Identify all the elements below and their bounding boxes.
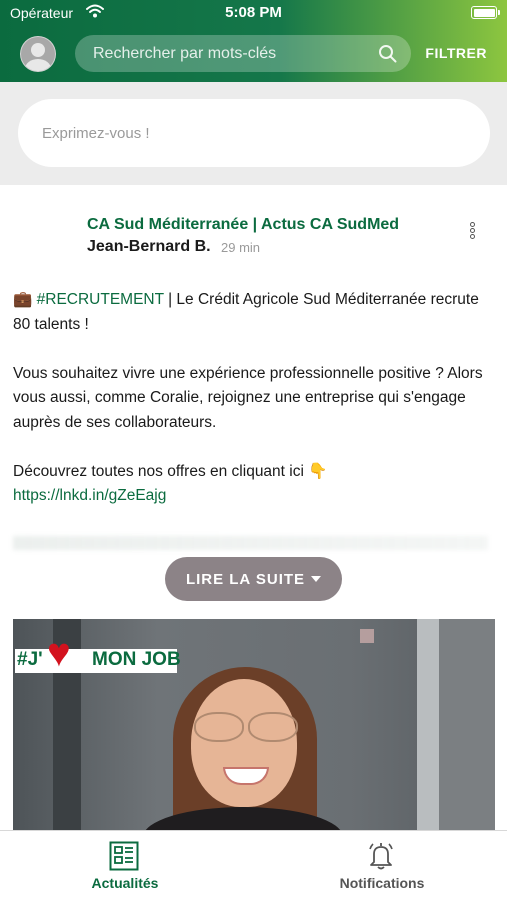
search-placeholder: Rechercher par mots-clés [93,45,277,62]
tab-actualites-label: Actualités [91,875,159,891]
filter-button[interactable]: FILTRER [425,45,487,61]
profile-avatar[interactable] [20,36,56,72]
post-source[interactable]: CA Sud Méditerranée | Actus CA SudMed [87,216,399,234]
badge-text: MON JOB [92,649,181,670]
newspaper-icon [109,841,139,871]
tab-bar: Actualités Notifications [0,830,507,901]
truncated-text-fade [13,536,488,550]
tab-notifications-label: Notifications [339,875,425,891]
briefcase-icon: 💼 [13,291,33,308]
post-time: 29 min [221,240,261,255]
search-icon [379,45,397,63]
bell-icon [369,843,393,870]
post-paragraph-1: 💼 #RECRUTEMENT | Le Crédit Agricole Sud … [13,288,493,337]
heart-icon: ♥ [47,631,71,675]
more-options-icon[interactable] [470,222,480,242]
compose-input[interactable]: Exprimez-vous ! [18,99,490,167]
tab-notifications[interactable]: Notifications [257,831,507,901]
post-paragraph-2: Vous souhaitez vivre une expérience prof… [13,364,483,431]
read-more-label: LIRE LA SUITE [185,570,306,588]
post-image[interactable]: #J' ♥ MON JOB [13,619,495,830]
read-more-button[interactable]: LIRE LA SUITE [165,557,342,601]
app-header: Opérateur 5:08 PM Rechercher par mots-cl… [0,0,507,82]
composer-section: Exprimez-vous ! [0,82,507,185]
compose-placeholder: Exprimez-vous ! [42,125,150,142]
post-link[interactable]: https://lnkd.in/gZeEajg [13,487,166,504]
avatar-shoulders [25,59,51,71]
search-input[interactable]: Rechercher par mots-clés [75,35,411,72]
post-header: CA Sud Méditerranée | Actus CA SudMed Je… [0,200,507,260]
battery-icon [471,6,500,19]
hashtag-link[interactable]: #RECRUTEMENT [37,291,164,308]
caret-down-icon [311,576,322,582]
clock: 5:08 PM [225,4,282,21]
badge-prefix: #J' [17,649,43,670]
post-author[interactable]: Jean-Bernard B. [87,238,211,256]
post-text: 💼 #RECRUTEMENT | Le Crédit Agricole Sud … [13,288,493,509]
tab-actualites[interactable]: Actualités [0,831,250,901]
post-paragraph-3: Découvrez toutes nos offres en cliquant … [13,462,328,480]
status-bar: Opérateur 5:08 PM [0,0,507,26]
avatar-head [31,43,45,57]
